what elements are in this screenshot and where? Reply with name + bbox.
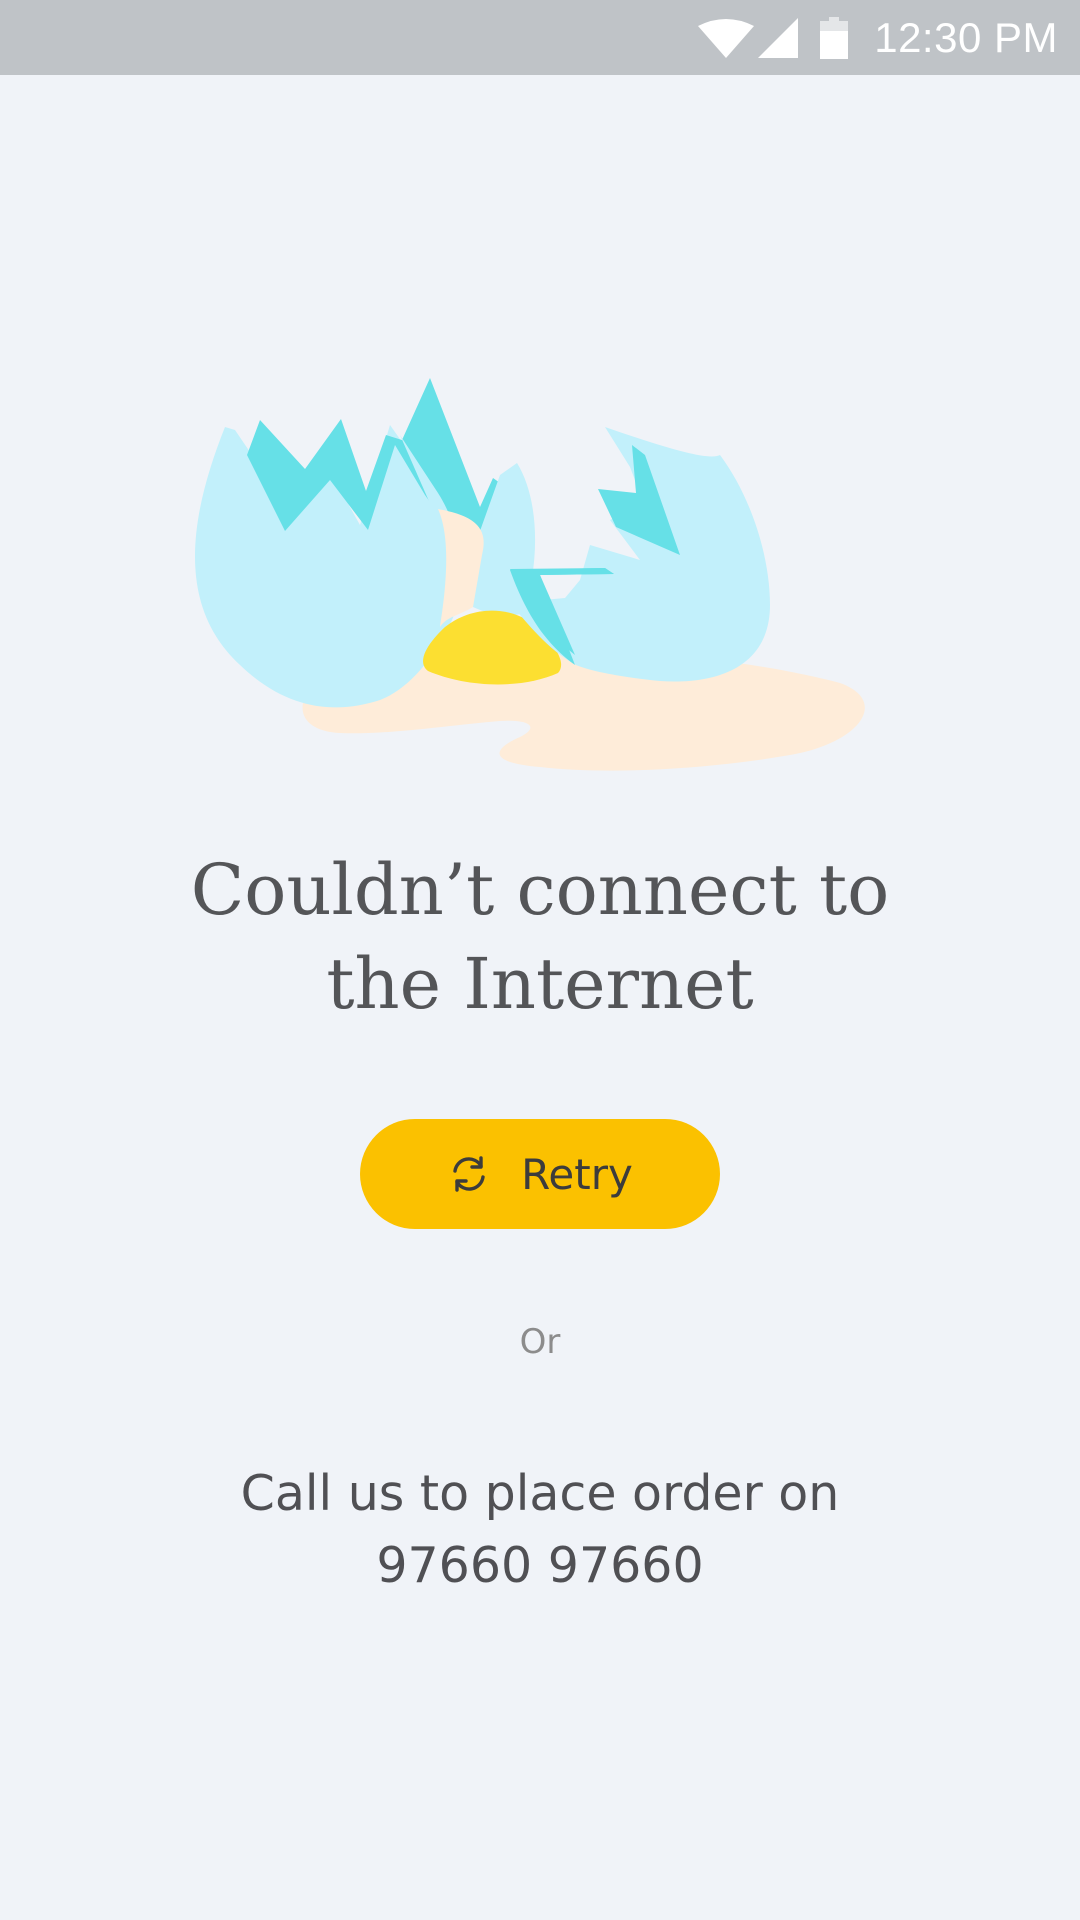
- wifi-icon: [698, 18, 755, 58]
- or-separator: Or: [519, 1322, 561, 1362]
- error-title-line1: Couldn’t connect to: [190, 849, 890, 931]
- retry-button[interactable]: Retry: [360, 1119, 720, 1229]
- status-icons: 12:30 PM: [698, 0, 1058, 75]
- status-time: 12:30 PM: [874, 13, 1058, 61]
- status-bar: 12:30 PM: [0, 0, 1080, 75]
- phone-number[interactable]: 97660 97660: [0, 1530, 1080, 1602]
- battery-icon: [820, 16, 849, 59]
- signal-icon: [758, 17, 799, 58]
- retry-label: Retry: [521, 1149, 633, 1199]
- error-title: Couldn’t connect to the Internet: [0, 843, 1080, 1031]
- refresh-icon: [453, 1156, 485, 1192]
- call-us-line: Call us to place order on: [240, 1465, 840, 1522]
- broken-egg-icon: [195, 378, 865, 771]
- call-us-text: Call us to place order on 97660 97660: [0, 1458, 1080, 1602]
- error-title-line2: the Internet: [326, 943, 754, 1025]
